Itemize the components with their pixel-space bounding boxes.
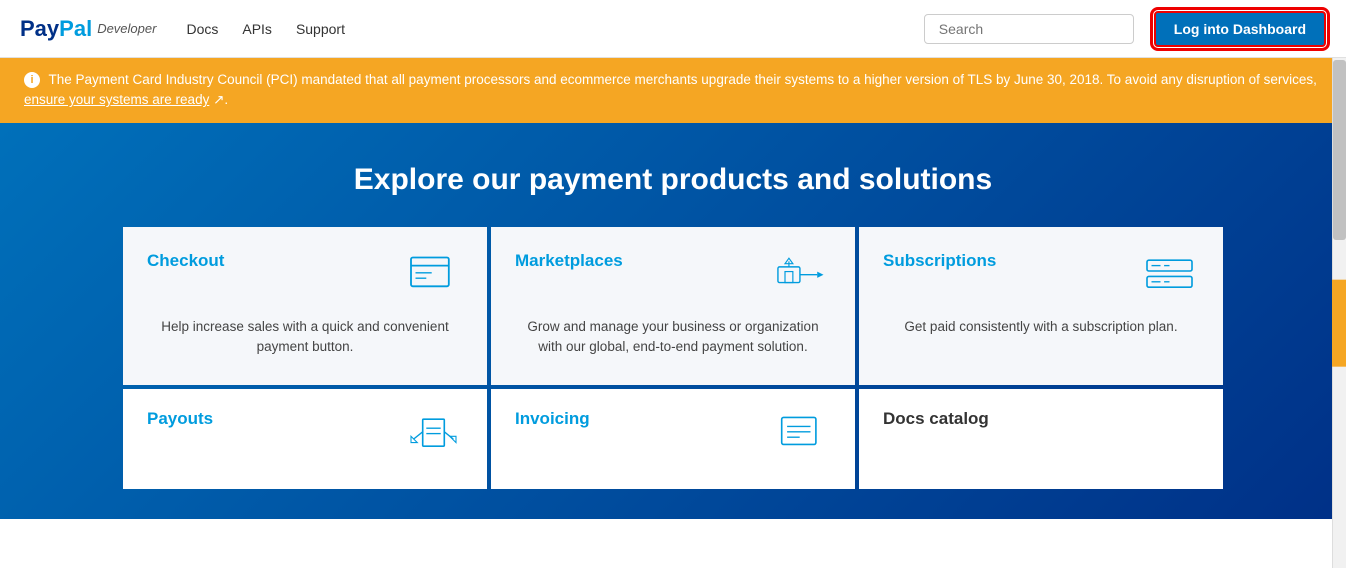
payouts-icon: [403, 409, 463, 459]
invoicing-icon: [771, 409, 831, 459]
card-payouts-header: Payouts: [147, 409, 463, 459]
hero-title: Explore our payment products and solutio…: [20, 163, 1326, 197]
card-marketplaces-desc: Grow and manage your business or organiz…: [515, 317, 831, 358]
card-subscriptions-title: Subscriptions: [883, 251, 996, 271]
info-icon: i: [24, 72, 40, 88]
nav-apis[interactable]: APIs: [242, 21, 272, 37]
subscriptions-icon: [1139, 251, 1199, 301]
marketplaces-icon: [771, 251, 831, 301]
card-subscriptions-desc: Get paid consistently with a subscriptio…: [883, 317, 1199, 337]
alert-banner: i The Payment Card Industry Council (PCI…: [0, 58, 1346, 123]
nav-docs[interactable]: Docs: [186, 21, 218, 37]
card-checkout-title: Checkout: [147, 251, 224, 271]
card-checkout[interactable]: Checkout Help increase sales with a quic…: [123, 227, 487, 386]
logo-paypal: PayPal: [20, 16, 92, 42]
card-invoicing[interactable]: Invoicing: [491, 389, 855, 489]
card-invoicing-header: Invoicing: [515, 409, 831, 459]
card-invoicing-title: Invoicing: [515, 409, 590, 429]
card-subscriptions[interactable]: Subscriptions Get paid consistently with…: [859, 227, 1223, 386]
nav-links: Docs APIs Support: [186, 21, 345, 37]
card-subscriptions-header: Subscriptions: [883, 251, 1199, 301]
logo-developer: Developer: [97, 21, 156, 36]
logo: PayPal Developer: [20, 16, 156, 42]
nav-support[interactable]: Support: [296, 21, 345, 37]
card-checkout-desc: Help increase sales with a quick and con…: [147, 317, 463, 358]
alert-text-before: The Payment Card Industry Council (PCI) …: [49, 72, 1317, 87]
external-link-icon: ↗: [213, 92, 224, 107]
card-payouts[interactable]: Payouts: [123, 389, 487, 489]
navbar: PayPal Developer Docs APIs Support Log i…: [0, 0, 1346, 58]
cards-grid-top: Checkout Help increase sales with a quic…: [123, 227, 1223, 386]
hero-section: Explore our payment products and solutio…: [0, 123, 1346, 520]
scrollbar-thumb[interactable]: [1333, 60, 1346, 240]
card-checkout-header: Checkout: [147, 251, 463, 301]
login-dashboard-button[interactable]: Log into Dashboard: [1154, 11, 1326, 47]
card-docs-catalog[interactable]: Docs catalog: [859, 389, 1223, 489]
cards-grid-bottom: Payouts Invoicing: [123, 389, 1223, 489]
card-marketplaces[interactable]: Marketplaces Grow and manage your busine…: [491, 227, 855, 386]
card-payouts-title: Payouts: [147, 409, 213, 429]
card-marketplaces-header: Marketplaces: [515, 251, 831, 301]
card-marketplaces-title: Marketplaces: [515, 251, 623, 271]
card-docs-catalog-header: Docs catalog: [883, 409, 1199, 459]
docs-catalog-icon: [1139, 409, 1199, 459]
search-input[interactable]: [924, 14, 1134, 44]
alert-link[interactable]: ensure your systems are ready: [24, 92, 209, 107]
feedback-tab[interactable]: FEEDBACK: [1332, 280, 1346, 367]
checkout-icon: [403, 251, 463, 301]
card-docs-catalog-title: Docs catalog: [883, 409, 989, 429]
